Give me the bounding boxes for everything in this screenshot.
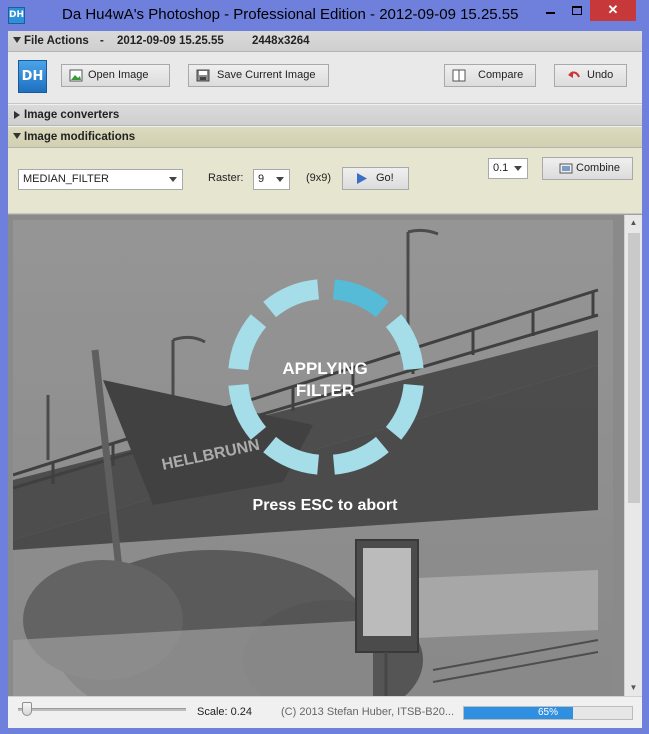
applying-text: APPLYING FILTER bbox=[8, 358, 642, 402]
window-title: Da Hu4wA's Photoshop - Professional Edit… bbox=[62, 6, 519, 23]
applying-line2: FILTER bbox=[295, 381, 355, 400]
close-icon: ✕ bbox=[607, 2, 619, 17]
opacity-select-value: 0.1 bbox=[493, 162, 509, 174]
app-icon: DH bbox=[8, 7, 25, 24]
zoom-slider-thumb[interactable] bbox=[22, 702, 32, 716]
open-image-button[interactable]: Open Image bbox=[61, 64, 170, 87]
compare-icon bbox=[452, 69, 466, 82]
raster-select-value: 9 bbox=[258, 173, 265, 185]
go-button[interactable]: Go! bbox=[342, 167, 409, 190]
undo-label: Undo bbox=[587, 69, 614, 81]
go-label: Go! bbox=[376, 172, 394, 184]
compare-button[interactable]: Compare bbox=[444, 64, 536, 87]
spinner-segment bbox=[263, 279, 319, 318]
chevron-down-icon bbox=[514, 166, 522, 171]
image-canvas[interactable]: HELLBRUNN APPLYING FILTER Press ESC to a… bbox=[8, 214, 642, 702]
undo-button[interactable]: Undo bbox=[554, 64, 627, 87]
file-actions-header[interactable]: File Actions - 2012-09-09 15.25.55 2448x… bbox=[8, 31, 642, 52]
collapse-arrow-icon bbox=[13, 37, 21, 43]
spinner-segment bbox=[263, 436, 319, 475]
close-button[interactable]: ✕ bbox=[590, 0, 636, 21]
file-dimensions: 2448x3264 bbox=[252, 35, 310, 47]
maximize-button[interactable] bbox=[564, 0, 590, 21]
file-actions-panel: DH Open Image Save Current Image Compare… bbox=[8, 52, 642, 104]
raster-dims: (9x9) bbox=[306, 172, 332, 184]
save-image-label: Save Current Image bbox=[217, 69, 316, 81]
open-image-label: Open Image bbox=[88, 69, 149, 81]
scale-label: Scale: 0.24 bbox=[197, 706, 253, 718]
file-actions-label: File Actions bbox=[24, 35, 89, 47]
play-icon bbox=[357, 173, 367, 184]
file-actions-separator: - bbox=[100, 35, 104, 47]
spinner-segment bbox=[333, 436, 389, 475]
open-image-icon bbox=[69, 69, 83, 82]
scroll-down-icon[interactable]: ▼ bbox=[625, 680, 642, 696]
image-modifications-panel: MEDIAN_FILTER Raster: 9 (9x9) Go! 0.1 Co… bbox=[8, 148, 642, 214]
applying-line1: APPLYING bbox=[282, 359, 368, 378]
maximize-icon bbox=[572, 6, 582, 15]
app-window: DH Da Hu4wA's Photoshop - Professional E… bbox=[0, 0, 649, 734]
file-date: 2012-09-09 15.25.55 bbox=[117, 35, 224, 47]
image-converters-header[interactable]: Image converters bbox=[8, 105, 642, 126]
chevron-down-icon bbox=[169, 177, 177, 182]
compare-label: Compare bbox=[478, 69, 524, 81]
opacity-select[interactable]: 0.1 bbox=[488, 158, 528, 179]
combine-button[interactable]: Combine bbox=[542, 157, 633, 180]
vertical-scrollbar[interactable]: ▲ ▼ bbox=[624, 215, 642, 696]
progress-bar: 65% bbox=[463, 706, 633, 720]
minimize-icon bbox=[546, 12, 555, 14]
title-bar[interactable]: DH Da Hu4wA's Photoshop - Professional E… bbox=[0, 0, 649, 31]
chevron-down-icon bbox=[276, 177, 284, 182]
combine-label: Combine bbox=[576, 162, 621, 174]
status-bar: Scale: 0.24 (C) 2013 Stefan Huber, ITSB-… bbox=[8, 696, 642, 728]
abort-hint: Press ESC to abort bbox=[252, 497, 398, 514]
save-image-button[interactable]: Save Current Image bbox=[188, 64, 329, 87]
minimize-button[interactable] bbox=[537, 0, 564, 21]
image-modifications-header[interactable]: Image modifications bbox=[8, 127, 642, 148]
copyright-label: (C) 2013 Stefan Huber, ITSB-B20... bbox=[281, 706, 455, 718]
combine-icon bbox=[559, 163, 573, 174]
image-converters-label: Image converters bbox=[24, 109, 120, 121]
zoom-slider-track[interactable] bbox=[18, 708, 186, 711]
raster-select[interactable]: 9 bbox=[253, 169, 290, 190]
app-logo: DH bbox=[18, 60, 47, 93]
collapse-arrow-icon bbox=[13, 133, 21, 139]
undo-icon bbox=[568, 71, 580, 78]
scrollbar-thumb[interactable] bbox=[628, 233, 640, 503]
client-area: File Actions - 2012-09-09 15.25.55 2448x… bbox=[8, 31, 642, 728]
save-icon bbox=[196, 69, 210, 82]
scroll-up-icon[interactable]: ▲ bbox=[625, 215, 642, 231]
raster-label: Raster: bbox=[208, 172, 244, 184]
filter-select[interactable]: MEDIAN_FILTER bbox=[18, 169, 183, 190]
image-modifications-label: Image modifications bbox=[24, 131, 136, 143]
filter-select-value: MEDIAN_FILTER bbox=[23, 173, 109, 185]
progress-text: 65% bbox=[537, 707, 558, 718]
spinner-segment bbox=[333, 279, 389, 318]
expand-arrow-icon bbox=[14, 111, 20, 119]
